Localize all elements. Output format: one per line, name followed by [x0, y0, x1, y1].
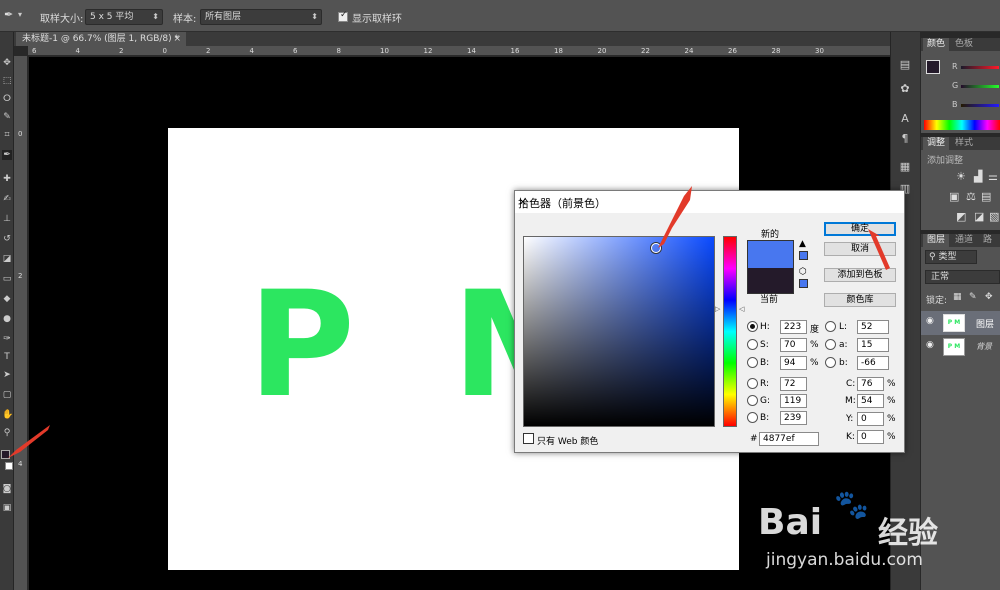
arrow-to-swatch	[8, 425, 50, 458]
arrow-to-ok	[868, 229, 890, 270]
baidu-watermark: 🐾 Bai 经验 jingyan.baidu.com	[758, 488, 978, 578]
watermark-url: jingyan.baidu.com	[766, 550, 923, 570]
watermark-jingyan: 经验	[878, 516, 938, 551]
watermark-brand: Bai	[758, 502, 823, 543]
paw-logo-icon: 🐾	[834, 488, 869, 521]
arrow-to-field	[658, 186, 692, 248]
